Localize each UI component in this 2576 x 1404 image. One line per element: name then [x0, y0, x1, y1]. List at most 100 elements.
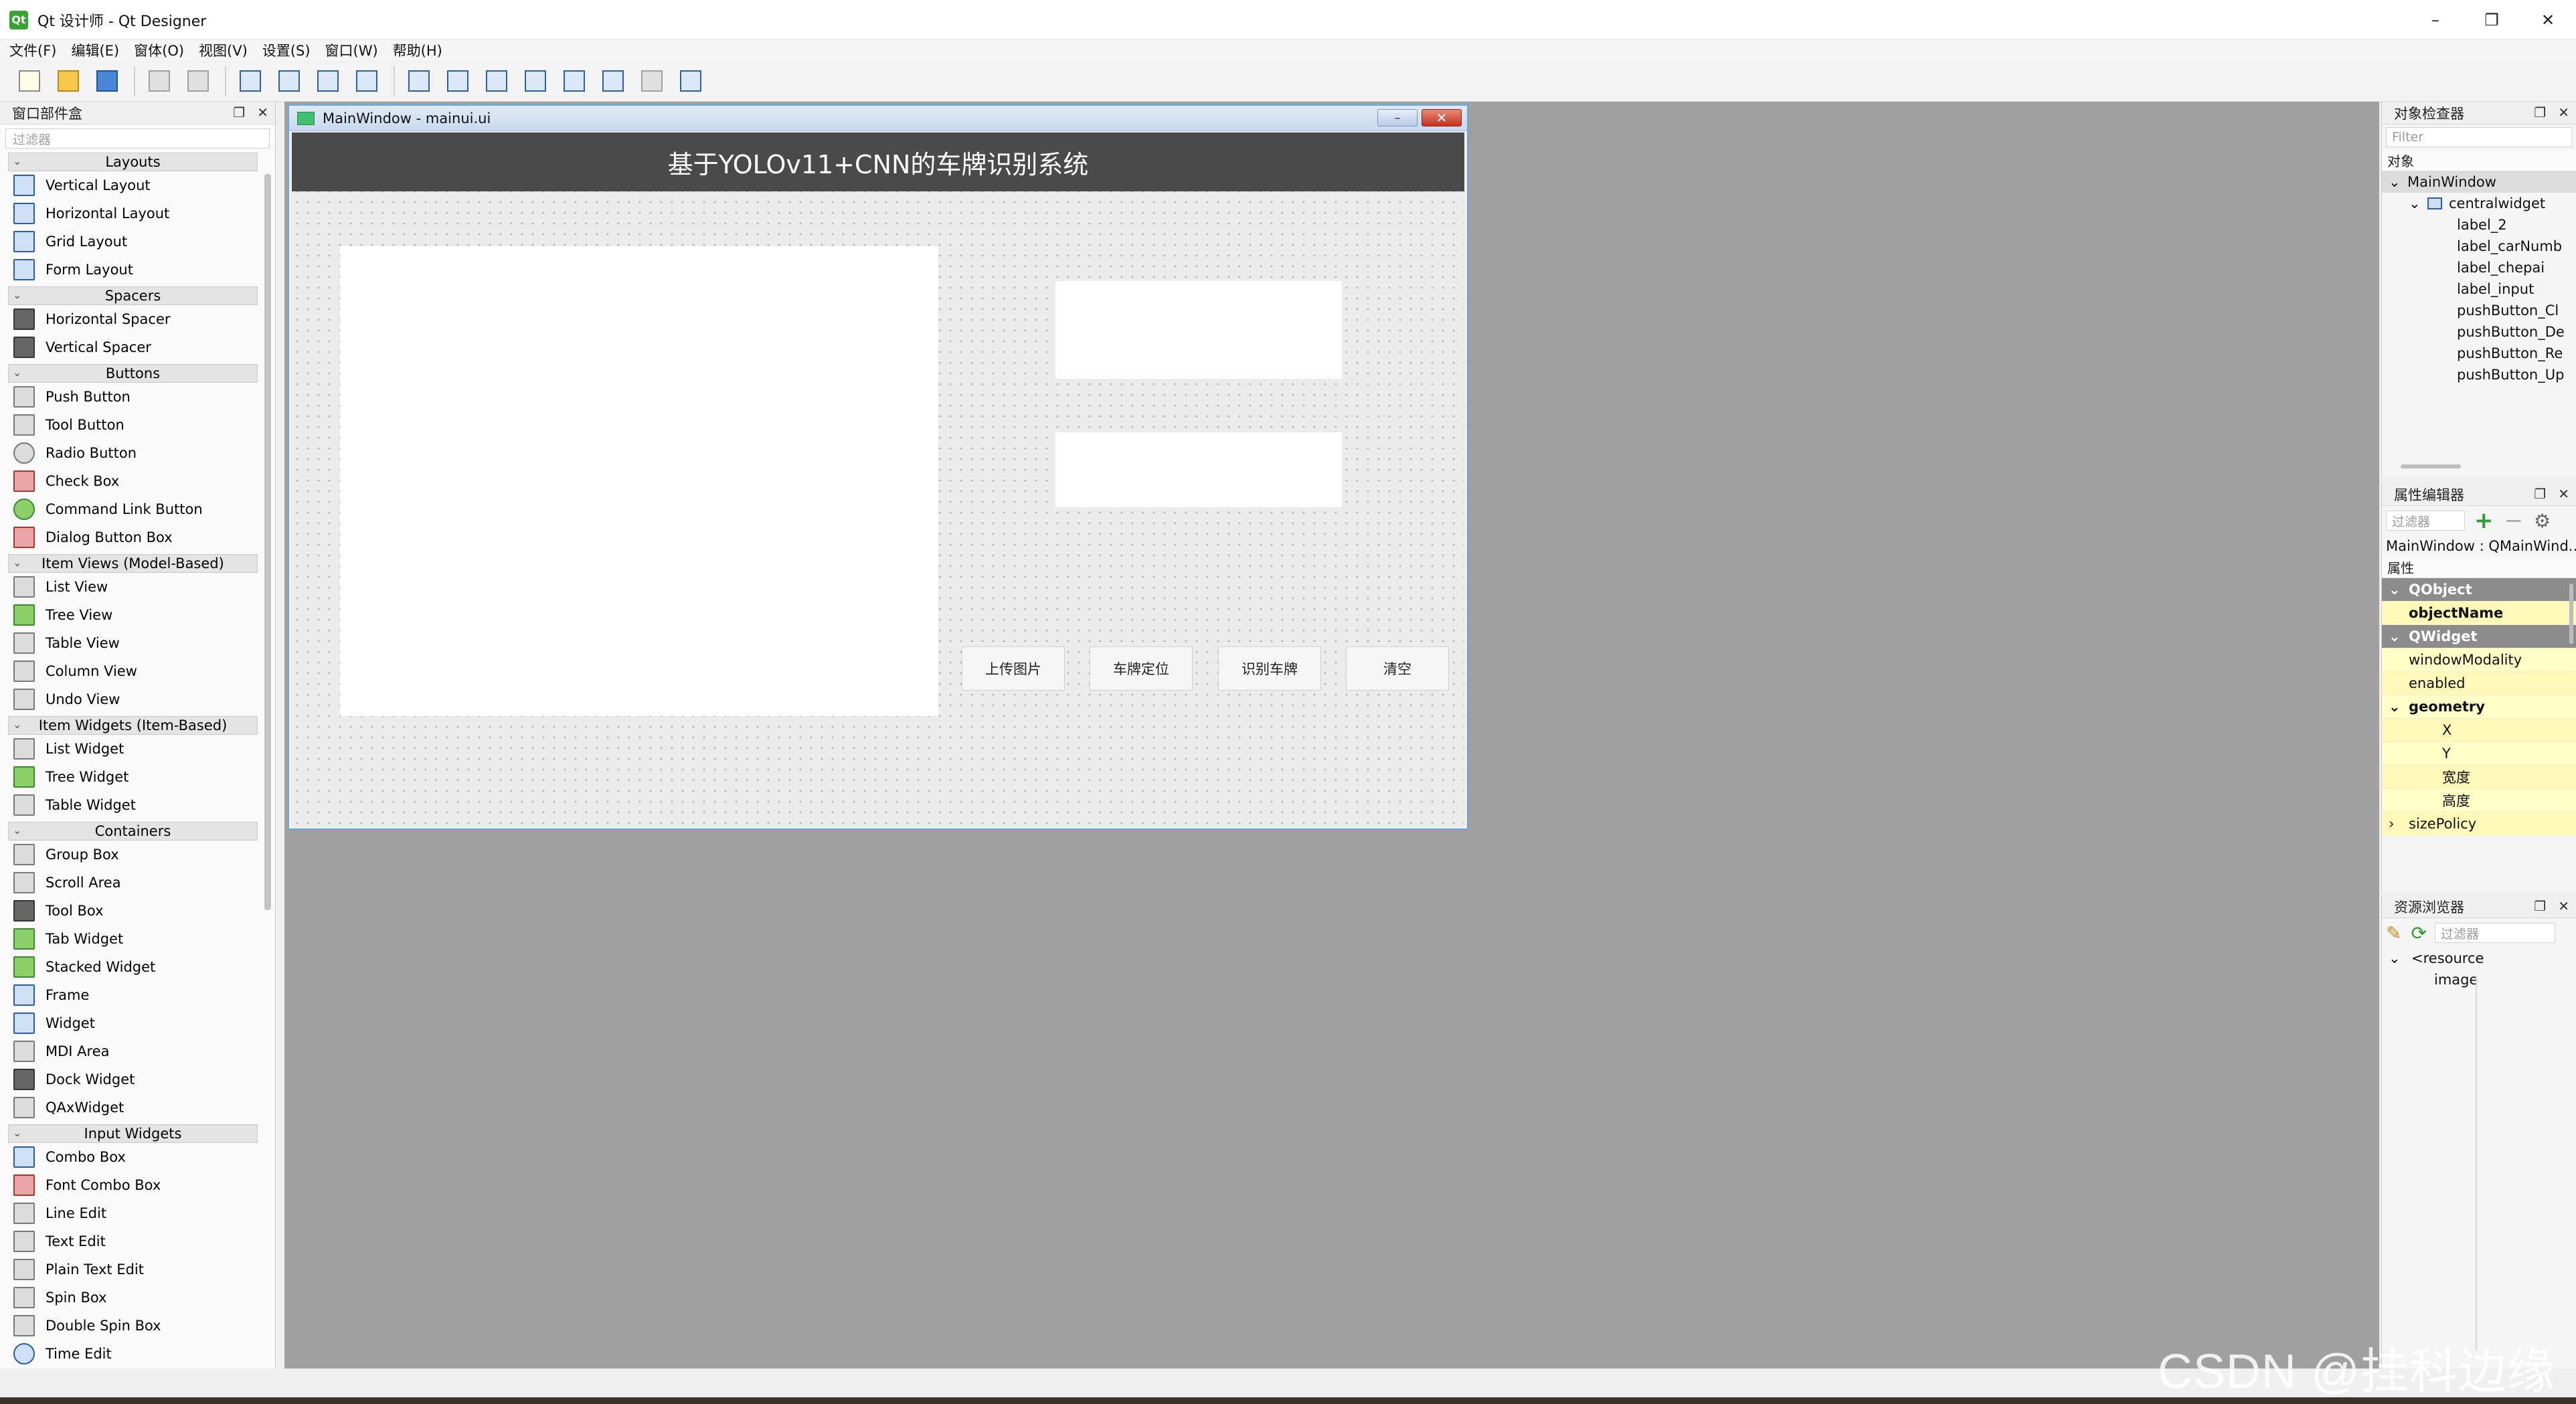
upload-image-button[interactable]: 上传图片: [962, 646, 1065, 691]
property-row[interactable]: X: [2382, 719, 2576, 742]
layout-vertical-icon[interactable]: [443, 66, 473, 96]
object-column-header[interactable]: 对象: [2382, 150, 2576, 171]
property-group-qwidget[interactable]: ⌄ QWidget: [2382, 625, 2576, 648]
property-row[interactable]: 宽度: [2382, 766, 2576, 789]
resource-tree-root[interactable]: ⌄ <resource: [2382, 948, 2576, 969]
layout-form-icon[interactable]: [598, 66, 628, 96]
close-icon[interactable]: ✕: [2558, 898, 2569, 914]
widget-item[interactable]: Combo Box: [0, 1143, 258, 1171]
copy-icon[interactable]: [145, 66, 174, 96]
resource-splitter[interactable]: [2476, 976, 2477, 1350]
form-window-titlebar[interactable]: MainWindow - mainui.ui – ✕: [289, 106, 1467, 131]
open-file-icon[interactable]: [54, 66, 83, 96]
close-button[interactable]: ✕: [2520, 3, 2576, 37]
layout-v-splitter-icon[interactable]: [521, 66, 550, 96]
widget-box-scrollbar[interactable]: [264, 174, 271, 910]
tree-item[interactable]: label_chepai: [2382, 257, 2576, 278]
recognize-plate-button[interactable]: 识别车牌: [1218, 646, 1321, 691]
property-row[interactable]: ⌄ geometry: [2382, 695, 2576, 719]
tree-item[interactable]: label_input: [2382, 278, 2576, 300]
widget-item[interactable]: Undo View: [0, 685, 258, 713]
tree-item[interactable]: pushButton_Up: [2382, 364, 2576, 385]
edit-signals-icon[interactable]: [274, 66, 304, 96]
property-row[interactable]: › sizePolicy: [2382, 812, 2576, 836]
add-icon[interactable]: +: [2474, 507, 2494, 534]
property-group-qobject[interactable]: ⌄ QObject: [2382, 578, 2576, 602]
locate-plate-button[interactable]: 车牌定位: [1090, 646, 1193, 691]
resource-filter-input[interactable]: 过滤器: [2434, 923, 2555, 943]
float-icon[interactable]: ❐: [2534, 104, 2546, 120]
widget-item[interactable]: QAxWidget: [0, 1093, 258, 1122]
edit-resources-icon[interactable]: ✎: [2386, 922, 2401, 944]
layout-h-splitter-icon[interactable]: [482, 66, 511, 96]
widget-item[interactable]: Stacked Widget: [0, 953, 258, 981]
menu-view[interactable]: 视图(V): [199, 40, 248, 60]
widget-item[interactable]: Tool Button: [0, 411, 258, 439]
form-window[interactable]: MainWindow - mainui.ui – ✕ 基于YOLOv11+CNN…: [288, 104, 1468, 830]
configure-icon[interactable]: ⚙: [2534, 510, 2551, 532]
widget-item[interactable]: Scroll Area: [0, 869, 258, 897]
layout-horizontal-icon[interactable]: [404, 66, 434, 96]
paste-icon[interactable]: [183, 66, 213, 96]
menu-help[interactable]: 帮助(H): [393, 40, 442, 60]
chevron-down-icon[interactable]: ⌄: [2389, 174, 2407, 190]
widget-item[interactable]: MDI Area: [0, 1037, 258, 1065]
widget-item[interactable]: Form Layout: [0, 256, 258, 284]
save-icon[interactable]: [92, 66, 122, 96]
tree-item[interactable]: pushButton_De: [2382, 321, 2576, 343]
tree-item[interactable]: pushButton_Re: [2382, 343, 2576, 364]
widget-item[interactable]: Time Edit: [0, 1340, 258, 1368]
horizontal-scrollbar[interactable]: [2401, 464, 2461, 468]
category-buttons[interactable]: ⌄ Buttons: [8, 364, 258, 383]
widget-item[interactable]: Command Link Button: [0, 495, 258, 523]
close-icon[interactable]: ✕: [2558, 486, 2569, 502]
clear-button[interactable]: 清空: [1346, 646, 1449, 691]
tree-item-mainwindow[interactable]: ⌄ MainWindow: [2382, 171, 2576, 193]
property-column-header[interactable]: 属性: [2382, 557, 2576, 578]
category-input-widgets[interactable]: ⌄ Input Widgets: [8, 1124, 258, 1143]
widget-filter-input[interactable]: 过滤器: [5, 128, 270, 149]
tree-item[interactable]: pushButton_Cl: [2382, 300, 2576, 321]
widget-item[interactable]: Column View: [0, 657, 258, 685]
widget-item[interactable]: Dialog Button Box: [0, 523, 258, 551]
widget-item[interactable]: Check Box: [0, 467, 258, 495]
property-row[interactable]: objectName: [2382, 602, 2576, 625]
float-icon[interactable]: ❐: [2534, 486, 2546, 502]
widget-item[interactable]: Widget: [0, 1009, 258, 1037]
menu-form[interactable]: 窗体(O): [134, 40, 184, 60]
widget-item[interactable]: Tree Widget: [0, 763, 258, 791]
widget-item[interactable]: Plain Text Edit: [0, 1255, 258, 1284]
widget-item[interactable]: Double Spin Box: [0, 1312, 258, 1340]
float-icon[interactable]: ❐: [2534, 898, 2546, 914]
remove-icon[interactable]: −: [2504, 507, 2524, 534]
widget-item[interactable]: Text Edit: [0, 1227, 258, 1255]
widget-item[interactable]: Table View: [0, 629, 258, 657]
widget-item[interactable]: Dock Widget: [0, 1065, 258, 1093]
category-item-widgets[interactable]: ⌄ Item Widgets (Item-Based): [8, 716, 258, 735]
property-row[interactable]: windowModality: [2382, 648, 2576, 672]
widget-item[interactable]: Table Widget: [0, 791, 258, 819]
widget-item[interactable]: Push Button: [0, 383, 258, 411]
widget-item[interactable]: Radio Button: [0, 439, 258, 467]
property-row[interactable]: Y: [2382, 742, 2576, 766]
resource-tree-item[interactable]: image: [2382, 969, 2576, 990]
widget-item[interactable]: Tool Box: [0, 897, 258, 925]
plate-image-label[interactable]: [1055, 281, 1342, 379]
menu-edit[interactable]: 编辑(E): [71, 40, 119, 60]
menu-settings[interactable]: 设置(S): [262, 40, 311, 60]
widget-item[interactable]: Vertical Spacer: [0, 333, 258, 361]
new-file-icon[interactable]: [15, 66, 44, 96]
widget-item[interactable]: Frame: [0, 981, 258, 1009]
adjust-size-icon[interactable]: [676, 66, 705, 96]
widget-item[interactable]: List Widget: [0, 735, 258, 763]
edit-tab-order-icon[interactable]: [352, 66, 381, 96]
category-containers[interactable]: ⌄ Containers: [8, 822, 258, 841]
widget-item[interactable]: Group Box: [0, 841, 258, 869]
vertical-scrollbar[interactable]: [2569, 584, 2573, 644]
close-icon[interactable]: ✕: [257, 104, 268, 120]
widget-item[interactable]: Vertical Layout: [0, 171, 258, 199]
edit-buddies-icon[interactable]: [313, 66, 343, 96]
widget-item[interactable]: Tree View: [0, 601, 258, 629]
menu-window[interactable]: 窗口(W): [325, 40, 378, 60]
menu-file[interactable]: 文件(F): [9, 40, 56, 60]
